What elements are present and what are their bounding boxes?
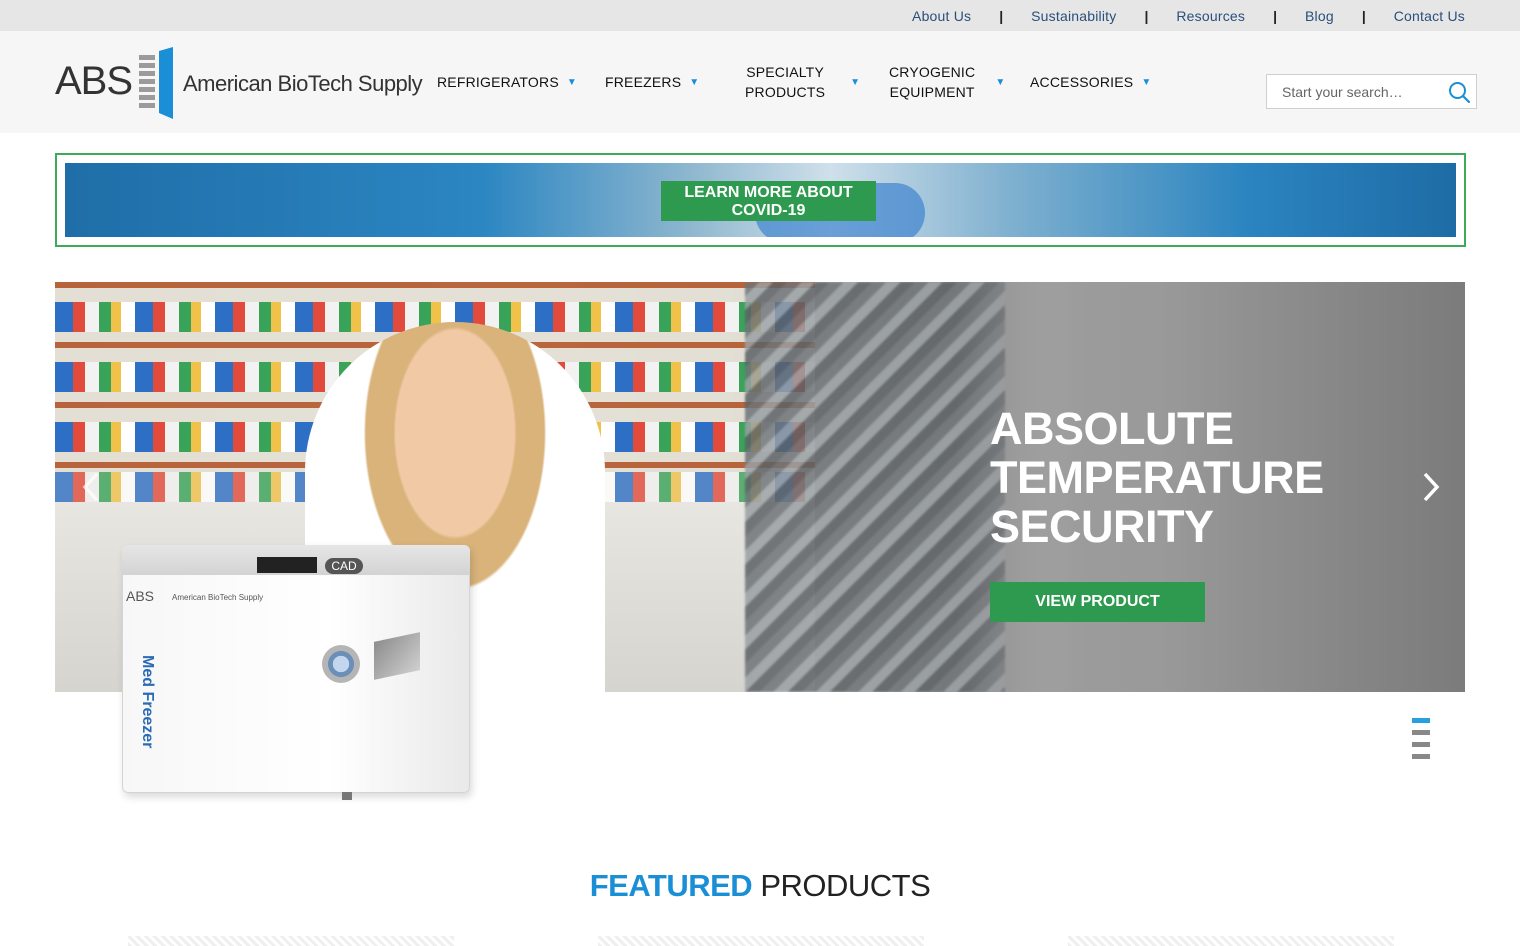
nav-refrigerators[interactable]: REFRIGERATORS ▼ xyxy=(437,31,577,133)
scroll-indicator-bar xyxy=(1412,730,1430,735)
utility-link-blog[interactable]: Blog xyxy=(1305,8,1334,24)
covid-banner-frame: LEARN MORE ABOUT COVID-19 xyxy=(55,153,1466,247)
product-card[interactable] xyxy=(128,936,454,946)
nav-label: CRYOGENIC EQUIPMENT xyxy=(889,62,975,102)
logo-abbr: ABS xyxy=(55,59,133,103)
utility-link-sustainability[interactable]: Sustainability xyxy=(1031,8,1116,24)
caret-down-icon: ▼ xyxy=(1141,76,1152,88)
scroll-indicator-bar xyxy=(1412,718,1430,723)
nav-label: ACCESSORIES xyxy=(1030,74,1134,90)
nav-specialty-products[interactable]: SPECIALTY PRODUCTS ▼ xyxy=(745,31,860,133)
nav-freezers[interactable]: FREEZERS ▼ xyxy=(605,31,699,133)
featured-heading-rest: PRODUCTS xyxy=(752,868,931,903)
covid-banner[interactable]: LEARN MORE ABOUT COVID-19 xyxy=(65,163,1456,237)
search-box xyxy=(1266,74,1477,109)
freezer-foot xyxy=(342,792,352,800)
covid-button-line: LEARN MORE ABOUT xyxy=(684,184,853,201)
view-product-button[interactable]: VIEW PRODUCT xyxy=(990,582,1205,622)
caret-down-icon: ▼ xyxy=(689,76,700,88)
utility-link-about-us[interactable]: About Us xyxy=(912,8,971,24)
logo-company-name: American BioTech Supply xyxy=(183,71,423,96)
caret-down-icon: ▼ xyxy=(850,76,861,88)
nav-label-line: CRYOGENIC xyxy=(889,64,976,80)
med-freezer-product-image[interactable]: CAD ABS American BioTech Supply Med Free… xyxy=(122,545,472,805)
covid-button-line: COVID-19 xyxy=(731,202,806,219)
featured-products-heading: FEATURED PRODUCTS xyxy=(0,868,1520,904)
utility-separator: | xyxy=(1361,7,1366,24)
utility-separator: | xyxy=(1273,7,1277,24)
nav-label-line: EQUIPMENT xyxy=(889,84,975,100)
product-card[interactable] xyxy=(1068,936,1394,946)
nav-label: FREEZERS xyxy=(605,74,682,90)
freezer-company-name: American BioTech Supply xyxy=(172,593,264,602)
hero-heading: ABSOLUTE TEMPERATURE SECURITY xyxy=(990,404,1350,551)
hero-heading-line: TEMPERATURE xyxy=(990,452,1324,503)
freezer-model-label: Med Freezer xyxy=(139,655,156,749)
search-icon[interactable] xyxy=(1448,81,1470,103)
utility-separator: | xyxy=(999,7,1004,24)
nav-accessories[interactable]: ACCESSORIES ▼ xyxy=(1030,31,1151,133)
freezer-display xyxy=(257,557,317,573)
nav-label-line: SPECIALTY xyxy=(746,64,824,80)
utility-bar: About Us | Sustainability | Resources | … xyxy=(0,0,1520,31)
site-logo[interactable]: ABS American BioTech Supply xyxy=(55,47,425,119)
product-card[interactable] xyxy=(598,936,924,946)
chevron-left-icon[interactable] xyxy=(77,470,107,504)
hero-heading-line: SECURITY xyxy=(990,501,1214,552)
featured-heading-strong: FEATURED xyxy=(589,868,753,903)
nav-label: REFRIGERATORS xyxy=(437,74,559,90)
search-input[interactable] xyxy=(1267,75,1442,108)
caret-down-icon: ▼ xyxy=(566,76,577,88)
freezer-cad-badge: CAD xyxy=(325,558,363,574)
utility-links: About Us | Sustainability | Resources | … xyxy=(912,0,1465,31)
freezer-seal-icon xyxy=(322,645,360,683)
scroll-indicator-bar xyxy=(1412,754,1430,759)
utility-separator: | xyxy=(1144,7,1149,24)
nav-cryogenic-equipment[interactable]: CRYOGENIC EQUIPMENT ▼ xyxy=(889,31,1005,133)
utility-link-resources[interactable]: Resources xyxy=(1176,8,1245,24)
scroll-indicator-bar xyxy=(1412,742,1430,747)
nav-label: SPECIALTY PRODUCTS xyxy=(745,62,825,102)
site-header: ABS American BioTech Supply REFRIGERATOR… xyxy=(0,31,1520,133)
caret-down-icon: ▼ xyxy=(995,76,1006,88)
chevron-right-icon[interactable] xyxy=(1415,470,1445,504)
hero-heading-line: ABSOLUTE xyxy=(990,403,1234,454)
covid-learn-more-button[interactable]: LEARN MORE ABOUT COVID-19 xyxy=(661,181,876,221)
nav-label-line: PRODUCTS xyxy=(745,84,826,100)
utility-link-contact-us[interactable]: Contact Us xyxy=(1394,8,1465,24)
scroll-indicator-icon[interactable] xyxy=(1412,718,1430,762)
logo-mark-icon xyxy=(139,47,173,119)
freezer-brand-logo: ABS xyxy=(126,588,155,604)
